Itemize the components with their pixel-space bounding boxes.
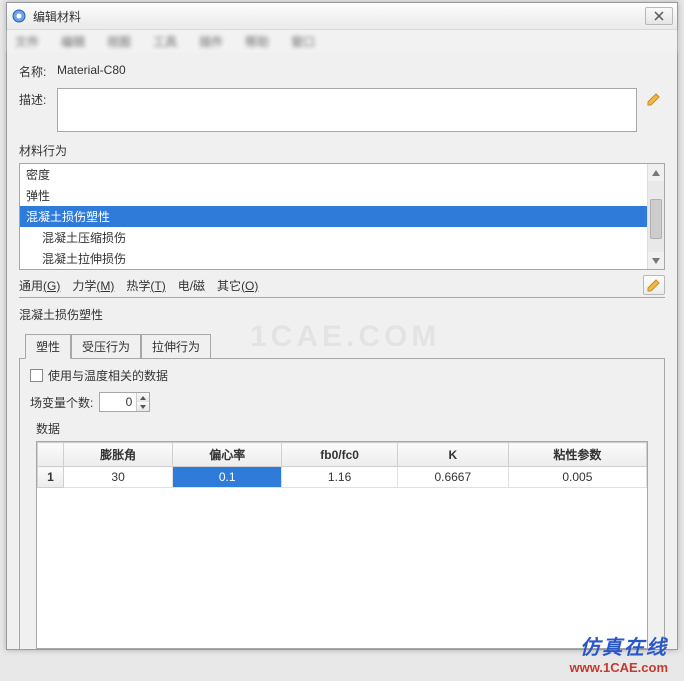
app-icon — [11, 8, 27, 24]
row-index[interactable]: 1 — [38, 467, 64, 488]
behavior-scrollbar[interactable] — [647, 164, 664, 269]
window-title: 编辑材料 — [33, 8, 81, 25]
spinner-up-icon[interactable] — [137, 393, 149, 402]
col-header[interactable]: fb0/fc0 — [282, 443, 398, 467]
edit-material-dialog: 编辑材料 文件编辑视图工具插件帮助窗口 名称: Material-C80 描述:… — [6, 2, 678, 650]
behavior-item[interactable]: 弹性 — [20, 185, 647, 206]
data-table-wrap: 膨胀角偏心率fb0/fc0K粘性参数 1300.11.160.66670.005 — [36, 441, 648, 649]
col-header[interactable]: 粘性参数 — [508, 443, 646, 467]
behavior-item[interactable]: 混凝土压缩损伤 — [20, 227, 647, 248]
behavior-listbox: 密度弹性混凝土损伤塑性混凝土压缩损伤混凝土拉伸损伤 — [19, 163, 665, 270]
spinner-down-icon[interactable] — [137, 402, 149, 411]
fieldvar-label: 场变量个数: — [30, 394, 93, 411]
brand-url: www.1CAE.com — [570, 660, 668, 675]
temperature-checkbox-label: 使用与温度相关的数据 — [48, 367, 168, 384]
scroll-down-icon[interactable] — [648, 252, 664, 269]
behavior-item[interactable]: 密度 — [20, 164, 647, 185]
dialog-content: 名称: Material-C80 描述: 材料行为 密度弹性混凝土损伤塑性混凝土… — [7, 52, 677, 649]
scroll-up-icon[interactable] — [648, 164, 664, 181]
tab-1[interactable]: 受压行为 — [71, 334, 141, 358]
table-blank-area — [37, 488, 647, 648]
table-cell[interactable]: 0.005 — [508, 467, 646, 488]
edit-behavior-button[interactable] — [643, 275, 665, 295]
col-header[interactable]: 膨胀角 — [64, 443, 173, 467]
menu-other[interactable]: 其它(O) — [217, 277, 258, 294]
fieldvar-value[interactable]: 0 — [100, 394, 136, 410]
name-label: 名称: — [19, 60, 57, 80]
col-header[interactable]: K — [397, 443, 508, 467]
tab-2[interactable]: 拉伸行为 — [141, 334, 211, 358]
behavior-item[interactable]: 混凝土损伤塑性 — [20, 206, 647, 227]
menu-thermal[interactable]: 热学(T) — [126, 277, 165, 294]
data-table[interactable]: 膨胀角偏心率fb0/fc0K粘性参数 1300.11.160.66670.005 — [37, 442, 647, 488]
tab-0[interactable]: 塑性 — [25, 334, 71, 359]
table-cell[interactable]: 1.16 — [282, 467, 398, 488]
category-menu-bar: 通用(G) 力学(M) 热学(T) 电/磁 其它(O) — [19, 270, 665, 298]
titlebar[interactable]: 编辑材料 — [7, 3, 677, 30]
data-section-label: 数据 — [36, 420, 654, 437]
row-header-blank — [38, 443, 64, 467]
table-cell[interactable]: 30 — [64, 467, 173, 488]
fieldvar-spinner[interactable]: 0 — [99, 392, 150, 412]
desc-label: 描述: — [19, 88, 57, 108]
behavior-item[interactable]: 混凝土拉伸损伤 — [20, 248, 647, 269]
close-button[interactable] — [645, 7, 673, 25]
temperature-checkbox[interactable] — [30, 369, 43, 382]
description-input[interactable] — [57, 88, 637, 132]
menu-em[interactable]: 电/磁 — [178, 277, 205, 294]
menu-general[interactable]: 通用(G) — [19, 277, 60, 294]
plasticity-tabs: 塑性受压行为拉伸行为 — [19, 334, 665, 358]
col-header[interactable]: 偏心率 — [173, 443, 282, 467]
name-value: Material-C80 — [57, 60, 126, 77]
table-cell[interactable]: 0.1 — [173, 467, 282, 488]
scrollbar-thumb[interactable] — [650, 199, 662, 239]
tab-panel: 使用与温度相关的数据 场变量个数: 0 数据 — [19, 358, 665, 649]
edit-description-button[interactable] — [643, 88, 665, 110]
menu-mechanics[interactable]: 力学(M) — [72, 277, 114, 294]
footer-brand: 仿真在线 www.1CAE.com — [570, 631, 668, 675]
brand-cn: 仿真在线 — [570, 631, 668, 660]
behavior-section-label: 材料行为 — [19, 142, 665, 159]
blurred-background-toolbar: 文件编辑视图工具插件帮助窗口 — [7, 30, 677, 52]
table-cell[interactable]: 0.6667 — [397, 467, 508, 488]
plasticity-title: 混凝土损伤塑性 — [19, 306, 665, 323]
